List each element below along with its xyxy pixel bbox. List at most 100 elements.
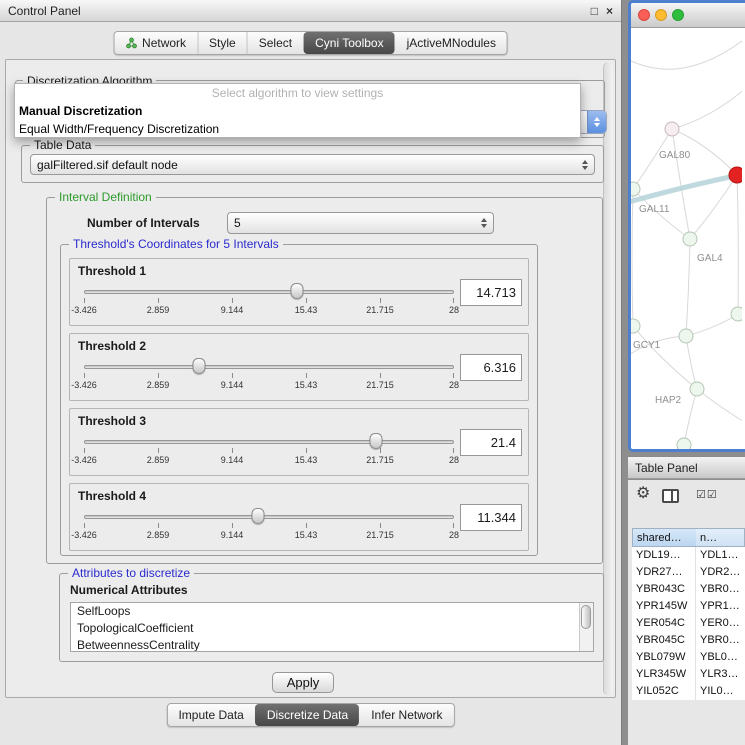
slider-thumb[interactable]: [251, 508, 264, 524]
network-node: [631, 319, 640, 333]
slider-track[interactable]: [84, 365, 454, 369]
table-row[interactable]: YDR27… YDR2…: [632, 564, 745, 581]
list-item-betweennesscentrality[interactable]: BetweennessCentrality: [71, 637, 593, 652]
table-cell[interactable]: YLR345W: [632, 666, 696, 683]
table-cell[interactable]: YER054C: [632, 615, 696, 632]
threshold-2-slider[interactable]: -3.426 2.859 9.144 15.43 21.715 28: [84, 358, 454, 394]
column-header-name[interactable]: n…: [696, 528, 745, 547]
slider-track[interactable]: [84, 515, 454, 519]
slider-thumb[interactable]: [291, 283, 304, 299]
tab-discretize-data[interactable]: Discretize Data: [255, 704, 359, 726]
minimize-traffic-light[interactable]: [655, 9, 667, 21]
network-node: [683, 232, 697, 246]
slider-track[interactable]: [84, 440, 454, 444]
tab-cyni-toolbox[interactable]: Cyni Toolbox: [303, 32, 394, 54]
scale-label: 28: [449, 455, 459, 465]
float-window-icon[interactable]: □: [591, 5, 598, 17]
threshold-4-slider[interactable]: -3.426 2.859 9.144 15.43 21.715 28: [84, 508, 454, 544]
table-cell[interactable]: YBR043C: [632, 581, 696, 598]
zoom-traffic-light[interactable]: [672, 9, 684, 21]
close-traffic-light[interactable]: [638, 9, 650, 21]
table-panel-title: Table Panel: [635, 461, 698, 475]
scale-label: 21.715: [366, 305, 394, 315]
scale-label: 28: [449, 305, 459, 315]
table-cell[interactable]: YLR3…: [696, 666, 745, 683]
apply-button[interactable]: Apply: [272, 672, 334, 693]
table-cell[interactable]: YBL0…: [696, 649, 745, 666]
network-nodes: [631, 122, 742, 451]
threshold-3-slider[interactable]: -3.426 2.859 9.144 15.43 21.715 28: [84, 433, 454, 469]
table-row[interactable]: YDL19… YDL1…: [632, 547, 745, 564]
table-row[interactable]: YBR045C YBR0…: [632, 632, 745, 649]
network-view-titlebar: [631, 3, 745, 28]
slider-thumb[interactable]: [370, 433, 383, 449]
table-data-combobox[interactable]: galFiltered.sif default node: [30, 154, 595, 175]
tab-jactivemnodules[interactable]: jActiveMNodules: [395, 32, 507, 54]
checkbox-icons[interactable]: ☑☑: [696, 488, 718, 501]
list-item-topologicalcoefficient[interactable]: TopologicalCoefficient: [71, 620, 593, 637]
thresholds-coordinates-group-label: Threshold's Coordinates for 5 Intervals: [69, 237, 283, 251]
table-cell[interactable]: YIL0…: [696, 683, 745, 700]
scale-label: -3.426: [71, 380, 97, 390]
table-row[interactable]: YER054C YER0…: [632, 615, 745, 632]
list-scrollbar-thumb[interactable]: [581, 605, 591, 629]
scale-label: 9.144: [221, 530, 244, 540]
close-icon[interactable]: ×: [606, 5, 613, 17]
threshold-3-panel: Threshold 3 -3.426 2.859 9.144 15.43 21.…: [69, 408, 529, 476]
table-cell[interactable]: YBL079W: [632, 649, 696, 666]
table-cell[interactable]: YDR27…: [632, 564, 696, 581]
column-header-shared[interactable]: shared…: [632, 528, 696, 547]
table-cell[interactable]: YBR045C: [632, 632, 696, 649]
table-cell[interactable]: YIL052C: [632, 683, 696, 700]
node-attribute-table: shared… n… YDL19… YDL1… YDR27… YDR2… YBR…: [632, 528, 745, 700]
scale-label: 2.859: [147, 530, 170, 540]
threshold-1-slider[interactable]: -3.426 2.859 9.144 15.43 21.715 28: [84, 283, 454, 319]
slider-track[interactable]: [84, 290, 454, 294]
threshold-1-value-field[interactable]: 14.713: [460, 279, 522, 306]
list-scrollbar[interactable]: [579, 603, 593, 651]
table-cell[interactable]: YBR0…: [696, 581, 745, 598]
table-row[interactable]: YLR345W YLR3…: [632, 666, 745, 683]
slider-thumb[interactable]: [192, 358, 205, 374]
threshold-3-value-field[interactable]: 21.4: [460, 429, 522, 456]
table-cell[interactable]: YBR0…: [696, 632, 745, 649]
table-cell[interactable]: YPR1…: [696, 598, 745, 615]
threshold-4-value-field[interactable]: 11.344: [460, 504, 522, 531]
table-cell[interactable]: YER0…: [696, 615, 745, 632]
table-cell[interactable]: YPR145W: [632, 598, 696, 615]
scale-label: 9.144: [221, 380, 244, 390]
network-canvas[interactable]: GAL80 GAL11 GAL4 GCY1 HAP2: [631, 28, 742, 451]
scale-label: -3.426: [71, 305, 97, 315]
tab-infer-network[interactable]: Infer Network: [359, 704, 453, 726]
network-node-label: HAP2: [655, 395, 682, 406]
threshold-2-value-field[interactable]: 6.316: [460, 354, 522, 381]
table-cell[interactable]: YDL19…: [632, 547, 696, 564]
tab-style-label: Style: [209, 36, 236, 50]
gear-icon[interactable]: ⚙: [636, 486, 650, 502]
network-icon: [125, 37, 137, 49]
table-row[interactable]: YIL052C YIL0…: [632, 683, 745, 700]
table-row[interactable]: YBR043C YBR0…: [632, 581, 745, 598]
table-cell[interactable]: YDL1…: [696, 547, 745, 564]
table-row[interactable]: YPR145W YPR1…: [632, 598, 745, 615]
slider-scale-labels: -3.426 2.859 9.144 15.43 21.715 28: [84, 380, 454, 392]
table-panel: ⚙ ☑☑ shared… n… YDL19… YDL1… YDR27… YDR2…: [628, 480, 745, 745]
panel-scrollbar[interactable]: [603, 62, 613, 695]
slider-scale-labels: -3.426 2.859 9.144 15.43 21.715 28: [84, 455, 454, 467]
scale-label: 9.144: [221, 455, 244, 465]
threshold-4-panel: Threshold 4 -3.426 2.859 9.144 15.43 21.…: [69, 483, 529, 551]
table-row[interactable]: YBL079W YBL0…: [632, 649, 745, 666]
number-of-intervals-combobox[interactable]: 5: [227, 212, 494, 234]
network-node: [631, 182, 640, 196]
dropdown-option-equal-width-frequency[interactable]: Equal Width/Frequency Discretization: [15, 120, 580, 138]
tab-style[interactable]: Style: [197, 32, 247, 54]
list-item-selfloops[interactable]: SelfLoops: [71, 603, 593, 620]
scale-label: 21.715: [366, 455, 394, 465]
table-cell[interactable]: YDR2…: [696, 564, 745, 581]
dropdown-option-manual-discretization[interactable]: Manual Discretization: [15, 102, 580, 120]
tab-impute-data[interactable]: Impute Data: [167, 704, 254, 726]
columns-icon[interactable]: [662, 489, 679, 503]
scale-label: 15.43: [295, 455, 318, 465]
tab-select[interactable]: Select: [247, 32, 303, 54]
tab-network[interactable]: Network: [114, 32, 197, 54]
